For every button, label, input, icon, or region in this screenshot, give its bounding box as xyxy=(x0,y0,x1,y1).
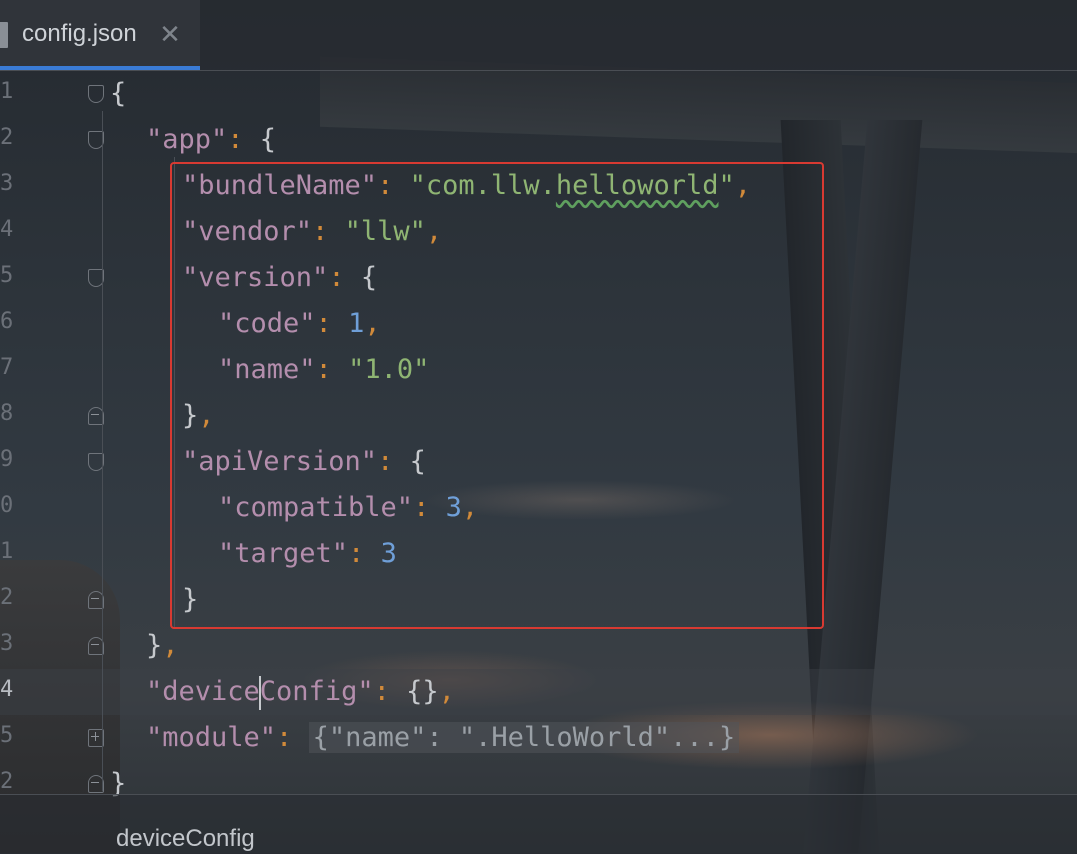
tab-config-json[interactable]: config.json ✕ xyxy=(0,0,200,70)
line-number: 2 xyxy=(0,769,14,794)
line-number: 3 xyxy=(0,631,14,656)
code-line: }, xyxy=(146,630,179,661)
line-number: 6 xyxy=(0,309,14,334)
tab-label: config.json xyxy=(22,20,137,47)
indent-guide xyxy=(102,111,103,791)
line-number: 1 xyxy=(0,539,14,564)
line-number: 1 xyxy=(0,79,14,104)
line-number: 2 xyxy=(0,125,14,150)
code-editor[interactable]: 1 2 3 4 5 6 7 8 9 0 1 2 3 4 5 2 { "app":… xyxy=(0,71,1077,799)
breadcrumb[interactable]: deviceConfig xyxy=(116,825,255,853)
active-tab-indicator xyxy=(0,66,200,70)
collapsed-region[interactable]: {"name": ".HelloWorld"...} xyxy=(308,722,740,753)
line-number: 3 xyxy=(0,171,14,196)
line-number: 9 xyxy=(0,447,14,472)
annotation-highlight-box xyxy=(170,162,824,629)
line-number: 0 xyxy=(0,493,14,518)
line-number: 7 xyxy=(0,355,14,380)
line-number: 4 xyxy=(0,217,14,242)
breadcrumb-bar: deviceConfig xyxy=(0,794,1077,854)
line-number-current: 4 xyxy=(0,677,14,702)
line-number: 5 xyxy=(0,723,14,748)
fold-marker-icon[interactable] xyxy=(88,85,104,103)
editor-tab-bar: config.json ✕ xyxy=(0,0,1077,71)
line-number: 8 xyxy=(0,401,14,426)
code-line-current: "deviceConfig": {}, xyxy=(146,669,455,715)
line-number: 5 xyxy=(0,263,14,288)
code-line: { xyxy=(110,78,127,109)
code-line: "module": {"name": ".HelloWorld"...} xyxy=(146,715,740,761)
close-icon[interactable]: ✕ xyxy=(158,21,182,47)
line-number: 2 xyxy=(0,585,14,610)
code-line: "app": { xyxy=(146,124,277,155)
json-file-icon xyxy=(0,22,8,48)
